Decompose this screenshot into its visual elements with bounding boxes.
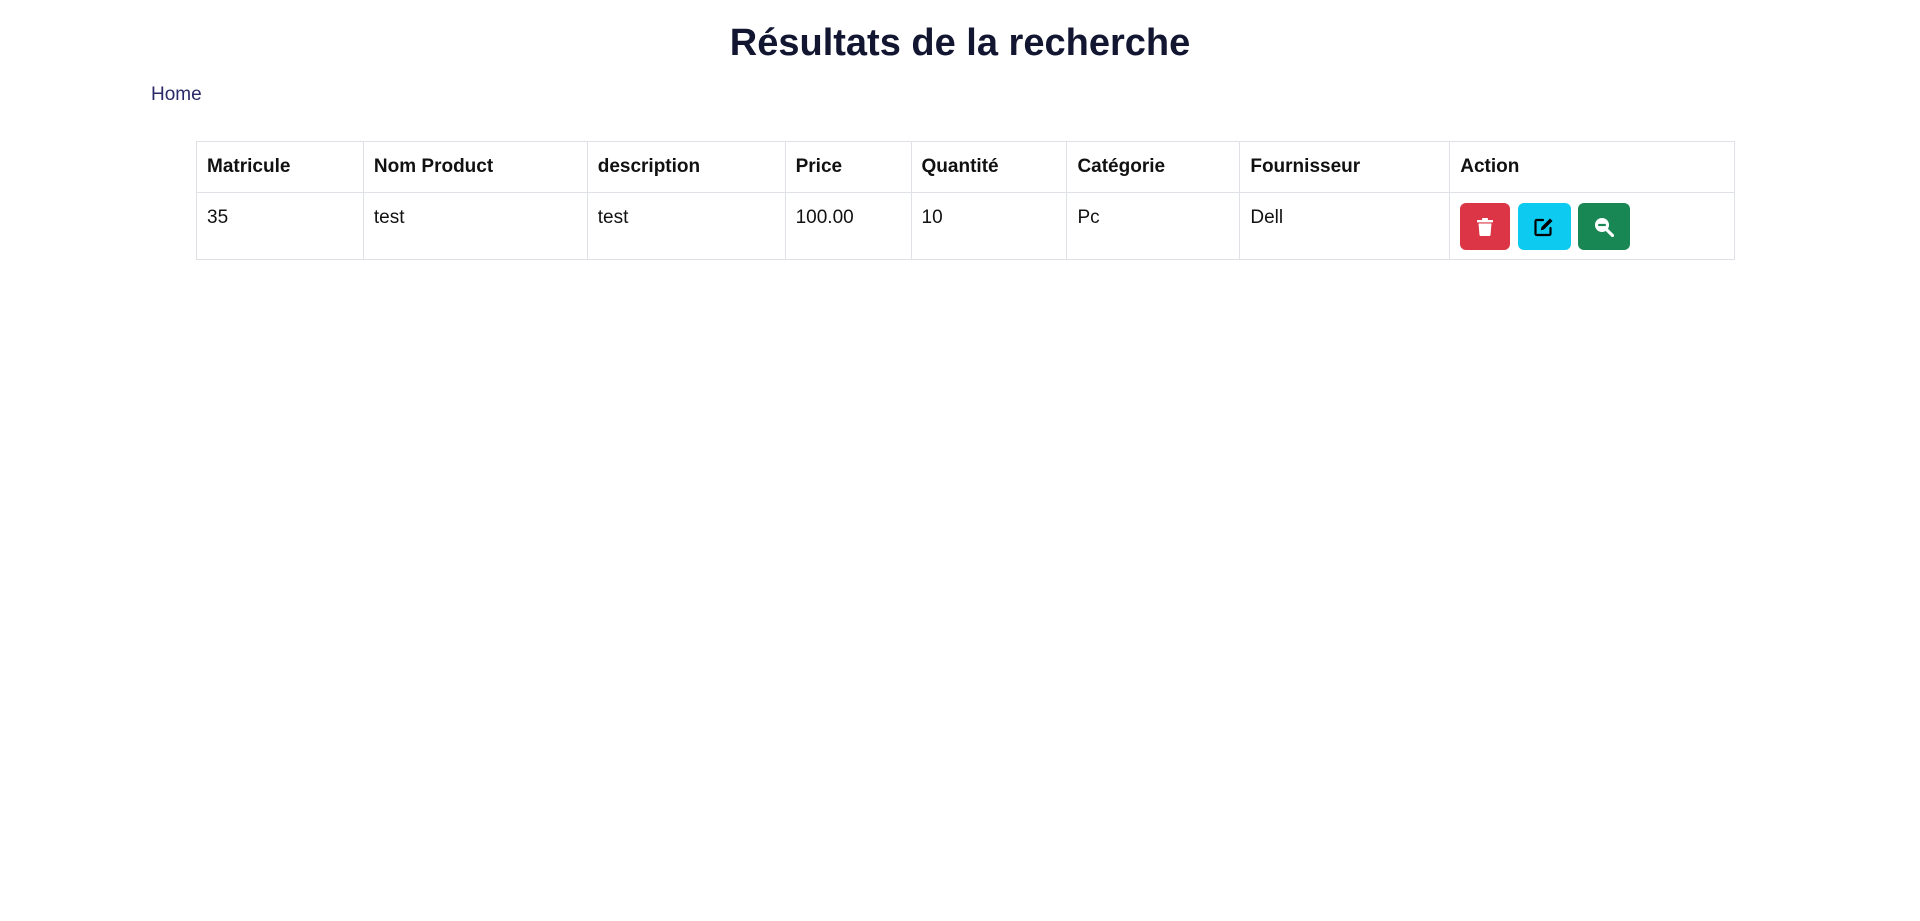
column-header-quantite: Quantité (910, 141, 1068, 193)
column-header-price: Price (784, 141, 912, 193)
column-header-nom-product: Nom Product (362, 141, 588, 193)
column-header-matricule: Matricule (196, 141, 364, 193)
table-header-row: Matricule Nom Product description Price … (196, 141, 1735, 193)
edit-icon (1534, 217, 1554, 237)
cell-matricule: 35 (196, 192, 364, 260)
cell-quantite: 10 (910, 192, 1068, 260)
cell-actions (1449, 192, 1735, 260)
search-minus-icon (1594, 217, 1614, 237)
trash-icon (1477, 217, 1494, 236)
view-button[interactable] (1577, 203, 1630, 250)
table-row: 35 test test 100.00 10 Pc Dell (196, 192, 1735, 260)
cell-price: 100.00 (784, 192, 912, 260)
results-table: Matricule Nom Product description Price … (196, 141, 1735, 260)
column-header-description: description (586, 141, 786, 193)
column-header-fournisseur: Fournisseur (1239, 141, 1451, 193)
cell-nom-product: test (362, 192, 588, 260)
home-link[interactable]: Home (151, 84, 202, 106)
cell-categorie: Pc (1066, 192, 1241, 260)
delete-button[interactable] (1460, 203, 1511, 250)
column-header-action: Action (1449, 141, 1735, 193)
cell-fournisseur: Dell (1239, 192, 1451, 260)
page-title: Résultats de la recherche (729, 22, 1191, 64)
edit-button[interactable] (1517, 203, 1571, 250)
column-header-categorie: Catégorie (1066, 141, 1241, 193)
cell-description: test (586, 192, 786, 260)
